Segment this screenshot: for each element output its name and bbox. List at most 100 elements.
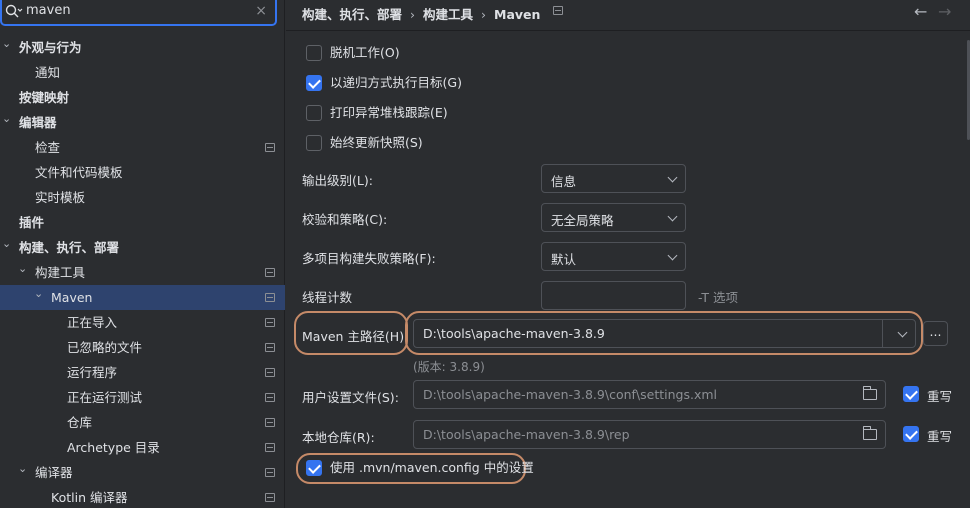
project-settings-icon bbox=[265, 143, 275, 152]
chevron-down-icon[interactable]: ⌄ bbox=[2, 106, 14, 131]
project-settings-icon bbox=[265, 343, 275, 352]
search-input[interactable]: maven bbox=[26, 3, 71, 18]
output-level-label: 输出级别(L): bbox=[302, 173, 373, 188]
chevron-down-icon bbox=[667, 211, 678, 222]
tree-item[interactable]: 插件 bbox=[0, 210, 285, 235]
folder-icon[interactable] bbox=[862, 426, 877, 440]
tree-item-label: 实时模板 bbox=[35, 190, 86, 205]
search-field[interactable]: maven × bbox=[0, 0, 277, 26]
update-snapshots-checkbox[interactable] bbox=[306, 135, 322, 151]
thread-count-suffix: -T 选项 bbox=[698, 290, 738, 305]
chevron-down-icon[interactable]: ⌄ bbox=[34, 281, 46, 306]
maven-settings-panel: 构建、执行、部署 › 构建工具 › Maven ← → 脱机工作(O) 以递归方式执行目… bbox=[286, 0, 970, 508]
breadcrumb: 构建、执行、部署 › 构建工具 › Maven bbox=[302, 4, 541, 23]
project-settings-icon bbox=[265, 418, 275, 427]
local-repo-label: 本地仓库(R): bbox=[302, 430, 375, 445]
mvn-config-checkbox[interactable] bbox=[306, 460, 322, 476]
checksum-policy-value: 无全局策略 bbox=[551, 213, 614, 228]
tree-item[interactable]: 文件和代码模板 bbox=[0, 160, 285, 185]
dropdown-divider bbox=[882, 320, 883, 347]
tree-item[interactable]: Archetype 目录 bbox=[0, 435, 285, 460]
tree-item[interactable]: 正在导入 bbox=[0, 310, 285, 335]
recursive-checkbox[interactable] bbox=[306, 75, 322, 91]
user-settings-input[interactable]: D:\tools\apache-maven-3.8.9\conf\setting… bbox=[413, 380, 886, 409]
checksum-policy-select[interactable]: 无全局策略 bbox=[541, 203, 686, 232]
tree-item[interactable]: 实时模板 bbox=[0, 185, 285, 210]
tree-item-label: 编辑器 bbox=[19, 115, 57, 130]
multiproject-fail-label: 多项目构建失败策略(F): bbox=[302, 251, 436, 266]
checksum-policy-label: 校验和策略(C): bbox=[302, 212, 388, 227]
tree-item[interactable]: ⌄ 编辑器 bbox=[0, 110, 285, 135]
update-snapshots-label: 始终更新快照(S) bbox=[330, 135, 423, 150]
user-settings-label: 用户设置文件(S): bbox=[302, 390, 399, 405]
maven-home-select[interactable]: D:\tools\apache-maven-3.8.9 bbox=[413, 319, 916, 348]
output-level-select[interactable]: 信息 bbox=[541, 164, 686, 193]
folder-icon[interactable] bbox=[862, 386, 877, 400]
local-repo-value: D:\tools\apache-maven-3.8.9\rep bbox=[423, 427, 630, 442]
breadcrumb-separator: › bbox=[410, 7, 416, 22]
project-settings-icon bbox=[265, 443, 275, 452]
maven-home-label: Maven 主路径(H): bbox=[302, 329, 409, 344]
multiproject-fail-select[interactable]: 默认 bbox=[541, 242, 686, 271]
settings-tree: ⌄ 外观与行为 通知 按键映射 ⌄ 编辑器 检查 文件和代码模板 实时模板 插件 ⌄ 构建、执行、部署… bbox=[0, 35, 285, 508]
browse-maven-home-button[interactable]: ... bbox=[923, 321, 948, 346]
chevron-down-icon bbox=[667, 250, 678, 261]
tree-item-label: 外观与行为 bbox=[19, 40, 82, 55]
override-local-repo-checkbox[interactable] bbox=[903, 426, 919, 442]
tree-item[interactable]: 运行程序 bbox=[0, 360, 285, 385]
tree-item[interactable]: ⌄ 编译器 bbox=[0, 460, 285, 485]
search-icon bbox=[5, 4, 23, 18]
tree-item[interactable]: 通知 bbox=[0, 60, 285, 85]
forward-arrow-icon[interactable]: → bbox=[938, 2, 951, 21]
override-user-settings-checkbox[interactable] bbox=[903, 386, 919, 402]
project-settings-icon bbox=[265, 468, 275, 477]
tree-item-label: 正在导入 bbox=[67, 315, 118, 330]
tree-item[interactable]: 正在运行测试 bbox=[0, 385, 285, 410]
tree-item[interactable]: Kotlin 编译器 bbox=[0, 485, 285, 508]
tree-item-label: 已忽略的文件 bbox=[67, 340, 143, 355]
chevron-down-icon[interactable]: ⌄ bbox=[2, 231, 14, 256]
back-arrow-icon[interactable]: ← bbox=[914, 2, 927, 21]
tree-item[interactable]: 仓库 bbox=[0, 410, 285, 435]
tree-item-label: Kotlin 编译器 bbox=[51, 490, 128, 505]
print-stacktrace-checkbox[interactable] bbox=[306, 105, 322, 121]
output-level-value: 信息 bbox=[551, 174, 577, 189]
maven-home-value: D:\tools\apache-maven-3.8.9 bbox=[423, 326, 605, 341]
tree-item[interactable]: 按键映射 bbox=[0, 85, 285, 110]
chevron-down-icon[interactable] bbox=[897, 327, 908, 338]
tree-item-label: 编译器 bbox=[35, 465, 73, 480]
tree-item[interactable]: 检查 bbox=[0, 135, 285, 160]
tree-item-label: 检查 bbox=[35, 140, 61, 155]
user-settings-value: D:\tools\apache-maven-3.8.9\conf\setting… bbox=[423, 387, 717, 402]
project-settings-icon bbox=[265, 368, 275, 377]
chevron-down-icon[interactable]: ⌄ bbox=[2, 31, 14, 56]
project-settings-icon bbox=[265, 293, 275, 302]
tree-item[interactable]: ⌄ 外观与行为 bbox=[0, 35, 285, 60]
breadcrumb-separator: › bbox=[481, 7, 487, 22]
tree-item-label: 通知 bbox=[35, 65, 61, 80]
override-local-repo-label: 重写 bbox=[927, 429, 953, 444]
tree-item[interactable]: ⌄ 构建、执行、部署 bbox=[0, 235, 285, 260]
maven-version-text: (版本: 3.8.9) bbox=[413, 360, 485, 374]
print-stacktrace-label: 打印异常堆栈跟踪(E) bbox=[330, 105, 448, 120]
override-user-settings-label: 重写 bbox=[927, 389, 953, 404]
tree-item-label: 运行程序 bbox=[67, 365, 118, 380]
offline-checkbox[interactable] bbox=[306, 45, 322, 61]
offline-label: 脱机工作(O) bbox=[330, 45, 400, 60]
chevron-down-icon bbox=[667, 172, 678, 183]
breadcrumb-item: Maven bbox=[494, 7, 541, 22]
project-settings-icon bbox=[553, 6, 563, 15]
breadcrumb-item[interactable]: 构建工具 bbox=[423, 4, 473, 23]
tree-item-label: 文件和代码模板 bbox=[35, 165, 123, 180]
chevron-down-icon[interactable]: ⌄ bbox=[18, 256, 30, 281]
chevron-down-icon[interactable]: ⌄ bbox=[18, 456, 30, 481]
breadcrumb-item[interactable]: 构建、执行、部署 bbox=[302, 4, 402, 23]
clear-search-icon[interactable]: × bbox=[255, 3, 267, 19]
tree-item-label: Maven bbox=[51, 290, 93, 305]
tree-item-label: 正在运行测试 bbox=[67, 390, 143, 405]
tree-item[interactable]: ⌄ Maven bbox=[0, 285, 285, 310]
tree-item-label: 仓库 bbox=[67, 415, 93, 430]
thread-count-input[interactable] bbox=[541, 281, 686, 310]
tree-item[interactable]: 已忽略的文件 bbox=[0, 335, 285, 360]
local-repo-input[interactable]: D:\tools\apache-maven-3.8.9\rep bbox=[413, 420, 886, 449]
